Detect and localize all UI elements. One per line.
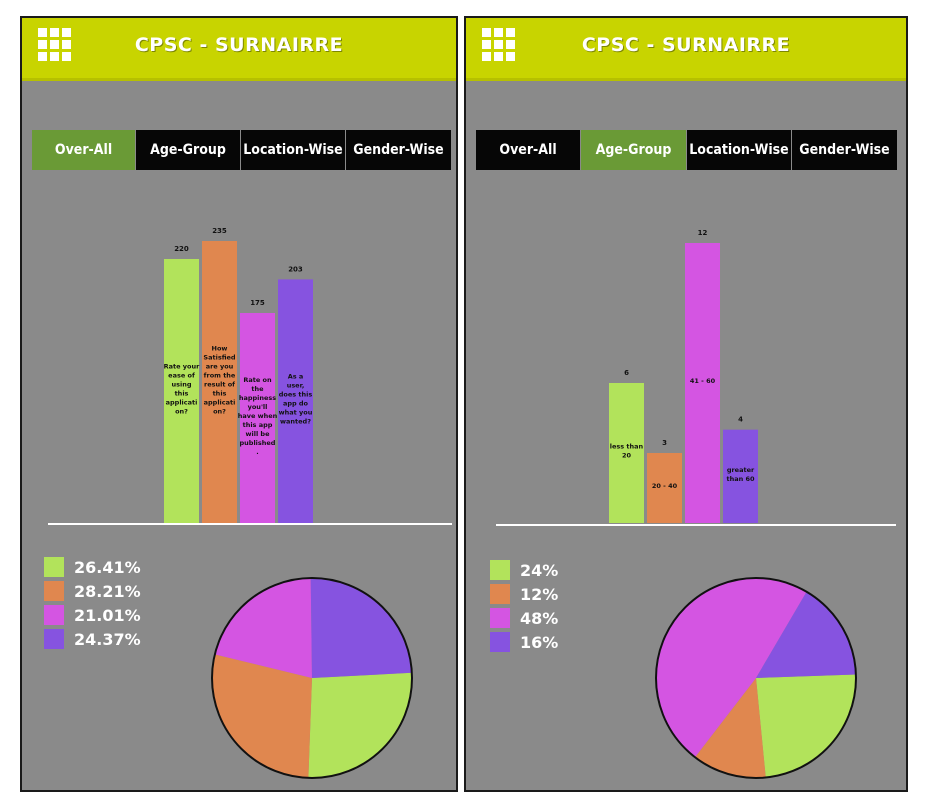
tab-over-all[interactable]: Over-All bbox=[32, 130, 136, 170]
bar-category-label: How Satisfied are you from the result of this… bbox=[203, 345, 236, 416]
tab-age-group[interactable]: Age-Group bbox=[581, 130, 687, 170]
legend-label: 16% bbox=[520, 632, 559, 652]
bar-value-label: 6 bbox=[624, 369, 629, 377]
legend-label: 12% bbox=[520, 584, 559, 604]
bar-category-label: 41 - 60 bbox=[690, 377, 716, 385]
bar-value-label: 203 bbox=[288, 265, 303, 273]
app-title: CPSC - SURNAIRRE bbox=[134, 34, 344, 56]
legend-item: 24.37% bbox=[44, 627, 141, 651]
legend-label: 28.21% bbox=[74, 581, 141, 601]
legend-item: 48% bbox=[490, 606, 558, 630]
legend-label: 48% bbox=[520, 608, 559, 628]
legend-swatch bbox=[44, 629, 64, 649]
pie-slice bbox=[756, 674, 856, 778]
legend-swatch bbox=[490, 608, 510, 628]
legend-swatch bbox=[44, 605, 64, 625]
tab-bar: Over-All Age-Group Location-Wise Gender-… bbox=[32, 130, 451, 170]
bar-category-label: 20 - 40 bbox=[652, 482, 678, 490]
app-title: CPSC - SURNAIRRE bbox=[581, 34, 791, 56]
legend-label: 26.41% bbox=[74, 557, 141, 577]
app-header: CPSC - SURNAIRRE bbox=[22, 18, 456, 81]
pie-slice bbox=[308, 672, 412, 778]
legend-item: 16% bbox=[490, 630, 558, 654]
legend-swatch bbox=[490, 632, 510, 652]
pie-chart-age-group bbox=[655, 577, 857, 779]
legend-item: 28.21% bbox=[44, 579, 141, 603]
panel-overall: CPSC - SURNAIRRE Over-All Age-Group Loca… bbox=[20, 16, 458, 792]
tab-over-all[interactable]: Over-All bbox=[476, 130, 581, 170]
pie-legend: 24% 12% 48% 16% bbox=[490, 558, 558, 654]
app-header: CPSC - SURNAIRRE bbox=[466, 18, 906, 81]
legend-item: 24% bbox=[490, 558, 558, 582]
panel-age-group: CPSC - SURNAIRRE Over-All Age-Group Loca… bbox=[464, 16, 908, 792]
pie-chart-overall bbox=[211, 577, 413, 779]
tab-location-wise[interactable]: Location-Wise bbox=[687, 130, 792, 170]
legend-swatch bbox=[490, 584, 510, 604]
bar-value-label: 12 bbox=[698, 229, 708, 237]
bar-chart-age-group: 6less than 20320 - 401241 - 604greater tha… bbox=[609, 229, 758, 523]
legend-item: 12% bbox=[490, 582, 558, 606]
x-axis-line bbox=[48, 523, 452, 525]
bar-category-label: greater than 60 bbox=[726, 466, 755, 483]
legend-swatch bbox=[44, 581, 64, 601]
pie-legend: 26.41% 28.21% 21.01% 24.37% bbox=[44, 555, 141, 651]
pie-slice bbox=[310, 578, 412, 678]
legend-label: 24% bbox=[520, 560, 559, 580]
x-axis-line bbox=[496, 524, 896, 526]
tab-gender-wise[interactable]: Gender-Wise bbox=[346, 130, 451, 170]
bar-value-label: 220 bbox=[174, 245, 189, 253]
legend-swatch bbox=[44, 557, 64, 577]
legend-item: 21.01% bbox=[44, 603, 141, 627]
legend-swatch bbox=[490, 560, 510, 580]
legend-item: 26.41% bbox=[44, 555, 141, 579]
bar-value-label: 3 bbox=[662, 439, 667, 447]
tab-bar: Over-All Age-Group Location-Wise Gender-… bbox=[476, 130, 897, 170]
bar-value-label: 175 bbox=[250, 299, 265, 307]
legend-label: 24.37% bbox=[74, 629, 141, 649]
bar-value-label: 4 bbox=[738, 416, 743, 424]
tab-gender-wise[interactable]: Gender-Wise bbox=[792, 130, 897, 170]
legend-label: 21.01% bbox=[74, 605, 141, 625]
tab-age-group[interactable]: Age-Group bbox=[136, 130, 241, 170]
tab-location-wise[interactable]: Location-Wise bbox=[241, 130, 346, 170]
bar-value-label: 235 bbox=[212, 227, 227, 235]
bar-chart-overall: 220Rate your ease of using this applicati on?… bbox=[164, 227, 313, 523]
